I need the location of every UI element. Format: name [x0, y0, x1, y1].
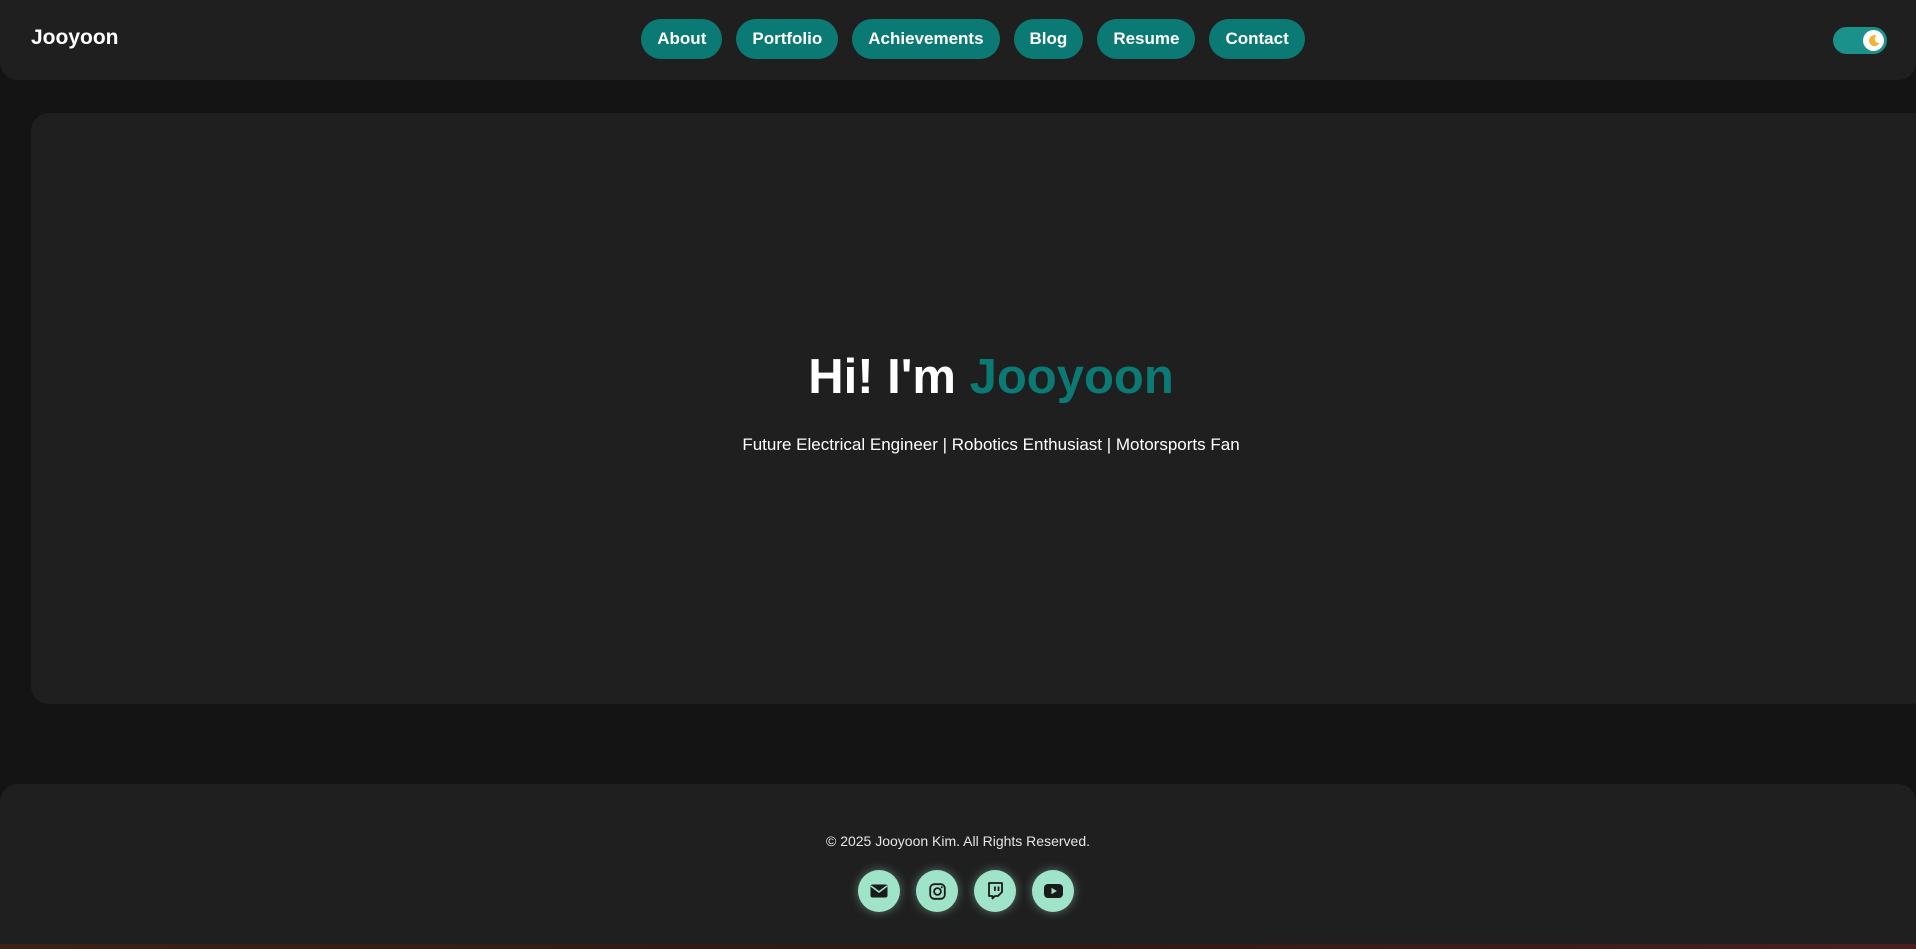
toggle-knob — [1863, 30, 1884, 51]
navbar: Jooyoon About Portfolio Achievements Blo… — [0, 0, 1916, 80]
nav-portfolio-button[interactable]: Portfolio — [736, 19, 839, 59]
youtube-link[interactable] — [1032, 870, 1074, 912]
copyright-text: © 2025 Jooyoon Kim. All Rights Reserved. — [825, 833, 1090, 849]
twitch-link[interactable] — [974, 870, 1016, 912]
hero-title: Hi! I'm Jooyoon — [31, 349, 1916, 405]
nav-achievements-button[interactable]: Achievements — [852, 19, 1000, 59]
envelope-icon — [870, 884, 888, 898]
hero-subtitle: Future Electrical Engineer | Robotics En… — [742, 435, 1240, 454]
hero-section: Hi! I'm Jooyoon Future Electrical Engine… — [31, 113, 1916, 704]
twitch-icon — [988, 882, 1003, 900]
bottom-strip — [0, 944, 1916, 949]
instagram-link[interactable] — [916, 870, 958, 912]
nav-links: About Portfolio Achievements Blog Resume… — [0, 19, 1916, 59]
youtube-icon — [1043, 884, 1063, 898]
nav-contact-button[interactable]: Contact — [1209, 19, 1305, 59]
moon-icon — [1868, 34, 1879, 46]
nav-about-button[interactable]: About — [641, 19, 723, 59]
hero-greeting: Hi! I'm — [808, 350, 956, 404]
hero-name: Jooyoon — [969, 350, 1174, 404]
nav-blog-button[interactable]: Blog — [1013, 19, 1084, 59]
theme-toggle[interactable] — [1833, 27, 1887, 54]
email-link[interactable] — [858, 870, 900, 912]
instagram-icon — [928, 882, 946, 900]
footer: © 2025 Jooyoon Kim. All Rights Reserved. — [0, 784, 1916, 944]
social-links — [0, 870, 1916, 912]
nav-resume-button[interactable]: Resume — [1097, 19, 1196, 59]
